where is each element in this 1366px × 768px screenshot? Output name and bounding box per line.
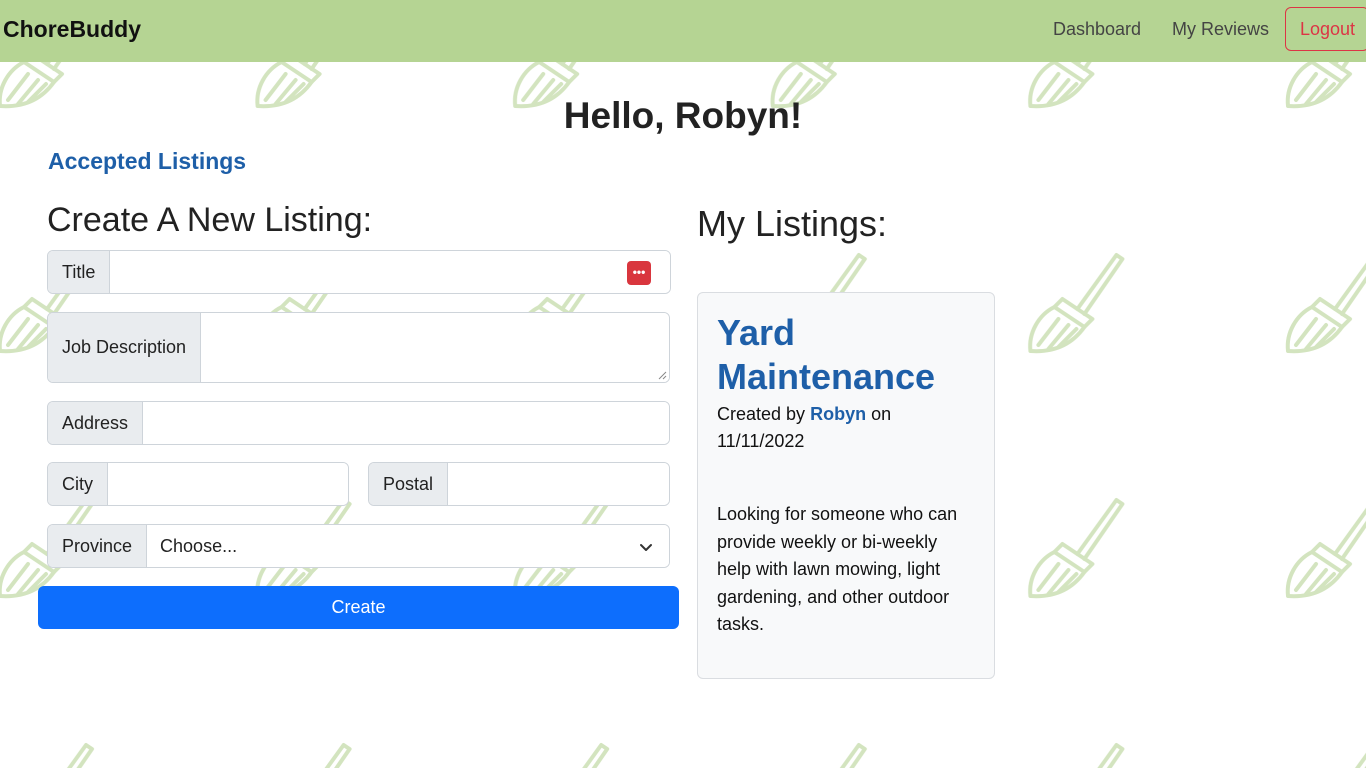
resize-grip-icon[interactable] [657,370,667,380]
address-input[interactable] [143,402,669,444]
title-input[interactable]: ••• [110,251,670,293]
city-field-group: City [47,462,349,506]
province-label: Province [48,525,148,567]
city-input[interactable] [108,463,348,505]
greeting-heading: Hello, Robyn! [563,95,803,136]
my-listings-heading: My Listings: [697,203,888,244]
description-field-group: Job Description [47,312,670,383]
listing-date: 11/11/2022 [717,431,805,451]
title-label: Title [48,251,111,293]
title-field-group: Title ••• [47,250,671,294]
address-label: Address [48,402,144,444]
created-by-text: Created by [717,404,806,424]
nav-my-reviews-link[interactable]: My Reviews [1172,19,1269,40]
postal-input[interactable] [448,463,669,505]
job-description-textarea[interactable] [201,313,669,382]
listing-title[interactable]: Yard Maintenance [717,311,975,399]
province-field-group: Province Choose... [47,524,670,568]
brand-logo[interactable]: ChoreBuddy [3,16,141,43]
accepted-listings-link[interactable]: Accepted Listings [48,148,246,175]
password-manager-icon[interactable]: ••• [627,261,651,285]
job-description-label: Job Description [48,313,202,382]
listing-description: Looking for someone who can provide week… [717,504,958,634]
province-select[interactable]: Choose... [147,525,669,567]
listing-meta: Created by Robyn on 11/11/2022 [717,401,975,455]
city-label: City [48,463,108,505]
listing-card: Yard Maintenance Created by Robyn on 11/… [697,292,995,679]
create-button[interactable]: Create [38,586,679,629]
postal-label: Postal [369,463,449,505]
address-field-group: Address [47,401,670,445]
listing-author-link[interactable]: Robyn [810,404,866,424]
logout-button[interactable]: Logout [1285,7,1366,51]
create-listing-heading: Create A New Listing: [47,201,373,239]
top-navbar: ChoreBuddy Dashboard My Reviews Logout [0,0,1366,62]
postal-field-group: Postal [368,462,670,506]
chevron-down-icon [640,544,652,551]
province-selected-value: Choose... [160,535,238,556]
nav-dashboard-link[interactable]: Dashboard [1053,19,1141,40]
on-text: on [871,404,892,424]
